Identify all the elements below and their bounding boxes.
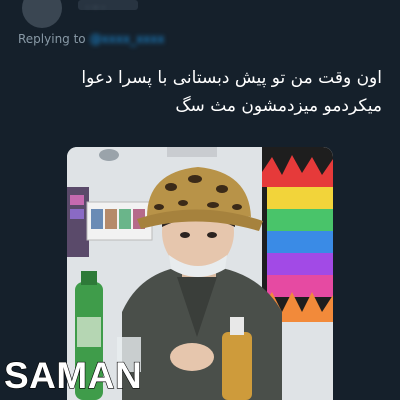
- reply-prefix: Replying to: [18, 32, 86, 46]
- avatar[interactable]: [22, 0, 62, 28]
- watermark-text: SAMAN: [3, 354, 143, 396]
- user-handle: · ·· ·: [86, 3, 106, 14]
- tweet-line-2: میکردمو میزدمشون مث سگ: [175, 96, 382, 116]
- tweet-line-1: اون وقت من تو پیش دبستانی با پسرا دعوا: [81, 68, 382, 88]
- tweet-text: اون وقت من تو پیش دبستانی با پسرا دعوا م…: [12, 64, 382, 120]
- reply-context: Replying to @xxxx_xxxx: [18, 32, 164, 46]
- reply-target-link[interactable]: @xxxx_xxxx: [90, 32, 165, 46]
